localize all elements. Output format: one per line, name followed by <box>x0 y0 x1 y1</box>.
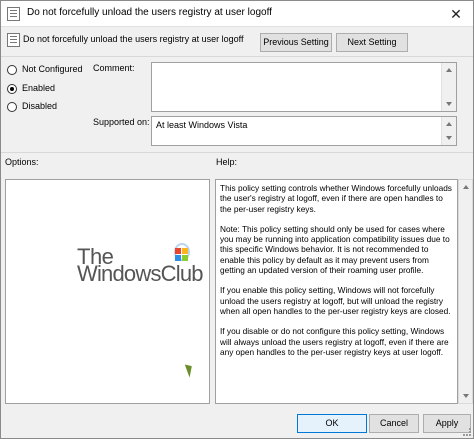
header-divider <box>1 56 473 57</box>
options-panel <box>5 179 210 404</box>
help-paragraph: If you disable or do not configure this … <box>220 326 449 357</box>
radio-label: Not Configured <box>22 64 83 74</box>
policy-dialog: Do not forcefully unload the users regis… <box>0 0 474 439</box>
supported-on-field: At least Windows Vista <box>151 116 457 146</box>
comment-label: Comment: <box>93 63 135 73</box>
scroll-down-icon[interactable] <box>446 136 452 140</box>
help-label: Help: <box>216 157 238 167</box>
radio-circle[interactable] <box>7 84 17 94</box>
setting-title: Do not forcefully unload the users regis… <box>23 34 244 44</box>
section-divider <box>1 152 473 153</box>
help-paragraph: Note: This policy setting should only be… <box>220 223 450 276</box>
title-bar[interactable]: Do not forcefully unload the users regis… <box>1 1 473 27</box>
scroll-up-icon[interactable] <box>463 185 469 189</box>
policy-doc-icon <box>7 7 20 21</box>
window-title: Do not forcefully unload the users regis… <box>27 7 272 18</box>
logo-text-line2: WindowsClub <box>77 261 204 286</box>
radio-circle[interactable] <box>7 102 17 112</box>
supported-on-label: Supported on: <box>93 117 150 127</box>
scroll-down-icon[interactable] <box>463 394 469 398</box>
help-scrollbar[interactable] <box>458 179 473 404</box>
supported-scrollbar[interactable] <box>441 117 456 145</box>
scroll-down-icon[interactable] <box>446 102 452 106</box>
windows-club-logo: The WindowsClub <box>77 243 204 289</box>
close-icon[interactable]: ✕ <box>445 4 467 24</box>
comment-textarea[interactable] <box>151 62 457 112</box>
policy-doc-icon <box>7 33 20 47</box>
resize-grip[interactable] <box>463 428 471 436</box>
help-paragraph: This policy setting controls whether Win… <box>220 183 452 214</box>
next-setting-button[interactable]: Next Setting <box>336 33 408 52</box>
radio-circle[interactable] <box>7 65 17 75</box>
help-paragraph: If you enable this policy setting, Windo… <box>220 285 451 316</box>
windows-logo-icon <box>175 248 189 261</box>
previous-setting-button[interactable]: Previous Setting <box>260 33 332 52</box>
ok-button[interactable]: OK <box>297 414 367 433</box>
cancel-button[interactable]: Cancel <box>369 414 419 433</box>
scroll-up-icon[interactable] <box>446 122 452 126</box>
options-label: Options: <box>5 157 39 167</box>
radio-label: Disabled <box>22 101 58 111</box>
radio-label: Enabled <box>22 83 56 93</box>
help-text-panel: This policy setting controls whether Win… <box>215 179 458 404</box>
scroll-up-icon[interactable] <box>446 68 452 72</box>
comment-scrollbar[interactable] <box>441 63 456 111</box>
